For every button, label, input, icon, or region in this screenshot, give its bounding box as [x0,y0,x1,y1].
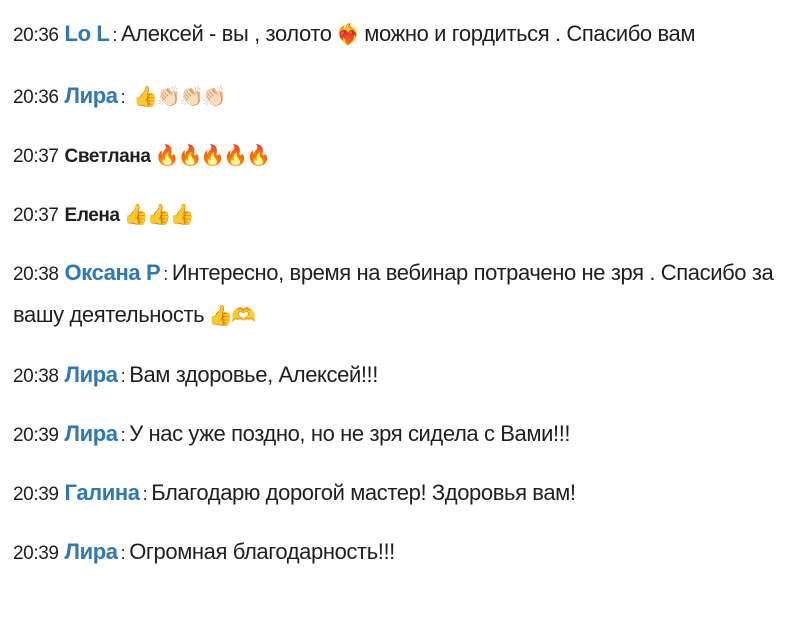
message-time: 20:36 [13,87,59,108]
message-text: Алексей - вы , золото [120,21,332,46]
chat-message: 20:39 Лира: У нас уже поздно, но не зря си… [13,414,780,456]
author-separator: : [112,25,117,45]
message-time: 20:37 [13,205,59,226]
chat-message: 20:39 Галина: Благодарю дорогой мастер! Зд… [13,473,780,515]
heart-fire-emoji-icon: ❤️‍🔥 [335,22,361,46]
message-author[interactable]: Светлана [65,146,151,167]
message-text: Вам здоровье, Алексей!!! [129,362,378,387]
message-author[interactable]: Лира [65,421,118,446]
chat-message: 20:36 Лира: 👍👏🏻👏🏻👏🏻 [13,76,780,118]
message-author[interactable]: Lo L [65,21,110,46]
message-time: 20:37 [13,146,59,167]
message-author[interactable]: Лира [65,83,118,108]
fire-emoji-icon: 🔥🔥🔥🔥🔥 [154,143,272,167]
author-separator: : [163,264,168,284]
author-separator: : [120,366,126,386]
thumbs-up-emoji-icon: 👍👍👍 [123,202,195,226]
message-text-continued: можно и гордиться . Спасибо вам [358,21,696,46]
message-time: 20:39 [13,543,59,564]
chat-message: 20:39 Лира: Огромная благодарность!!! [13,532,780,574]
chat-message: 20:38 Оксана Р: Интересно, время на вебина… [13,253,780,335]
message-text: Благодарю дорогой мастер! Здоровья вам! [151,480,576,505]
thumbs-up-clapping-emoji-icon: 👍👏🏻👏🏻👏🏻 [133,84,227,108]
message-author[interactable]: Оксана Р [65,260,161,285]
chat-log: 20:36 Lo L: Алексей - вы , золото ❤️‍🔥 можн… [0,0,800,623]
chat-message: 20:37 Елена 👍👍👍 [13,194,780,236]
author-separator: : [120,425,126,445]
chat-message: 20:36 Lo L: Алексей - вы , золото ❤️‍🔥 можн… [13,14,780,56]
chat-message: 20:37 Светлана 🔥🔥🔥🔥🔥 [13,135,780,177]
chat-message: 20:38 Лира: Вам здоровье, Алексей!!! [13,355,780,397]
thumbs-up-heart-hands-emoji-icon: 👍🫶 [208,303,256,327]
message-author[interactable]: Галина [65,480,140,505]
message-time: 20:36 [13,25,59,46]
message-author[interactable]: Лира [65,539,118,564]
message-time: 20:38 [13,264,59,285]
message-author[interactable]: Елена [65,205,121,226]
message-time: 20:39 [13,425,59,446]
message-text: Огромная благодарность!!! [129,539,395,564]
message-time: 20:38 [13,366,59,387]
message-time: 20:39 [13,484,59,505]
message-text: У нас уже поздно, но не зря сидела с Вам… [129,421,571,446]
author-separator: : [142,484,148,504]
message-author[interactable]: Лира [65,362,118,387]
author-separator: : [120,543,126,563]
author-separator: : [120,87,126,107]
